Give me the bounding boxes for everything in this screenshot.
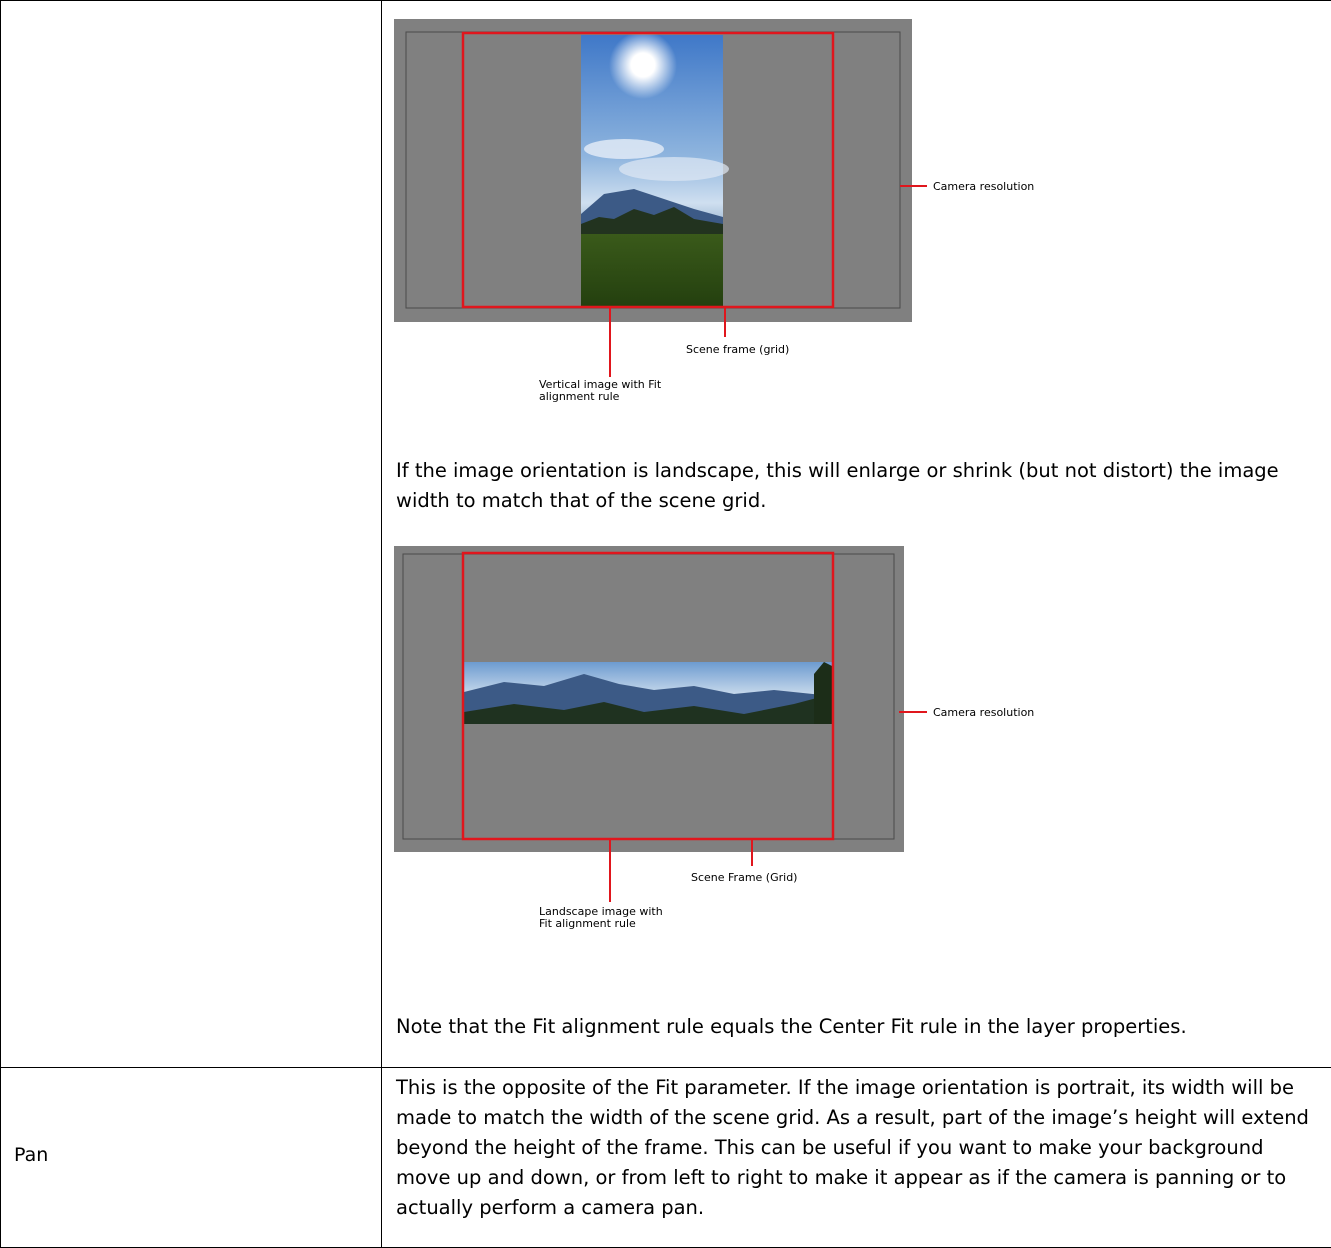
- parameter-name-cell: Pan: [1, 1068, 382, 1248]
- parameter-name-cell: [1, 1, 382, 1068]
- fit-note-paragraph: Note that the Fit alignment rule equals …: [396, 1012, 1321, 1042]
- parameter-description-cell: This is the opposite of the Fit paramete…: [382, 1068, 1331, 1248]
- camera-resolution-label: Camera resolution: [933, 706, 1034, 719]
- landscape-photo: [464, 662, 832, 724]
- parameter-name: Pan: [14, 1144, 48, 1166]
- scene-frame-label: Scene Frame (Grid): [691, 871, 797, 884]
- camera-resolution-label: Camera resolution: [933, 180, 1034, 193]
- landscape-paragraph: If the image orientation is landscape, t…: [396, 456, 1321, 516]
- landscape-image-label-line2: Fit alignment rule: [539, 917, 636, 930]
- vertical-photo: [581, 31, 729, 306]
- table-row: Pan This is the opposite of the Fit para…: [1, 1068, 1331, 1248]
- fit-landscape-figure: Camera resolution Scene Frame (Grid) Lan…: [394, 544, 1154, 939]
- parameter-table: Camera resolution Scene frame (grid) Ver…: [0, 0, 1331, 1248]
- scene-frame-label: Scene frame (grid): [686, 343, 789, 356]
- fit-vertical-figure: Camera resolution Scene frame (grid) Ver…: [394, 19, 1154, 404]
- parameter-description-cell: Camera resolution Scene frame (grid) Ver…: [382, 1, 1331, 1068]
- vertical-image-label-line2: alignment rule: [539, 390, 620, 403]
- pan-description: This is the opposite of the Fit paramete…: [396, 1073, 1321, 1223]
- table-row: Camera resolution Scene frame (grid) Ver…: [1, 1, 1331, 1068]
